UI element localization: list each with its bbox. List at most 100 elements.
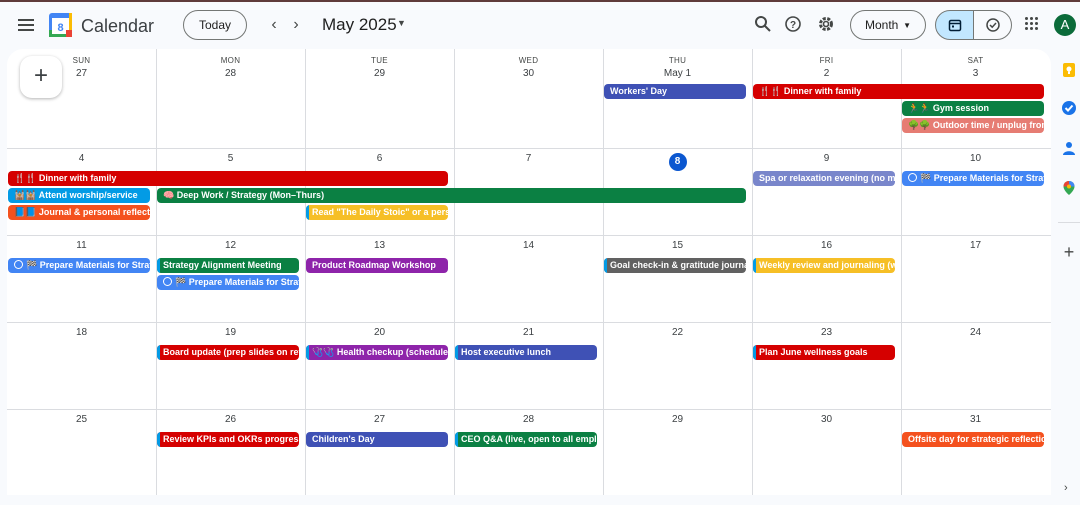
day-number[interactable]: 30 xyxy=(752,414,901,425)
day-number[interactable]: 8 xyxy=(603,153,752,171)
keep-icon[interactable] xyxy=(1061,62,1077,78)
week-divider xyxy=(7,235,1051,236)
task-chip[interactable]: 🏁 Prepare Materials for Strat xyxy=(902,171,1044,186)
event-chip[interactable]: 📘📘 Journal & personal reflect xyxy=(8,205,150,220)
event-chip[interactable]: 🩺🩺 Health checkup (schedule xyxy=(306,345,448,360)
day-number[interactable]: 29 xyxy=(603,414,752,425)
day-number[interactable]: 31 xyxy=(901,414,1050,425)
day-number[interactable]: 23 xyxy=(752,327,901,338)
event-chip[interactable]: Plan June wellness goals xyxy=(753,345,895,360)
chevron-down-icon[interactable]: ▼ xyxy=(397,18,406,28)
event-chip[interactable]: 🏃🏃 Gym session xyxy=(902,101,1044,116)
main-menu-icon[interactable] xyxy=(16,16,36,32)
event-title: 🏁 Prepare Materials for Strat xyxy=(920,173,1044,183)
week-divider xyxy=(7,322,1051,323)
column-divider xyxy=(305,49,306,495)
event-chip[interactable]: 🕍🕍 Attend worship/service xyxy=(8,188,150,203)
day-number[interactable]: 5 xyxy=(156,153,305,164)
day-number[interactable]: 19 xyxy=(156,327,305,338)
tasks-view-toggle[interactable] xyxy=(973,10,1012,40)
day-number[interactable]: 27 xyxy=(7,68,156,79)
task-chip[interactable]: 🏁 Prepare Materials for Strat xyxy=(157,275,299,290)
tasks-icon[interactable] xyxy=(1061,100,1077,116)
day-number[interactable]: 28 xyxy=(454,414,603,425)
day-number[interactable]: 9 xyxy=(752,153,901,164)
chevron-right-icon[interactable]: › xyxy=(1064,482,1068,494)
event-chip[interactable]: Spa or relaxation evening (no me xyxy=(753,171,895,186)
task-chip[interactable]: 🏁 Prepare Materials for Strat xyxy=(8,258,150,273)
event-title: CEO Q&A (live, open to all emplo xyxy=(461,434,597,444)
day-number[interactable]: 2 xyxy=(752,68,901,79)
search-icon[interactable] xyxy=(754,15,776,37)
day-number[interactable]: 10 xyxy=(901,153,1050,164)
day-number[interactable]: 27 xyxy=(305,414,454,425)
day-number[interactable]: 21 xyxy=(454,327,603,338)
day-number[interactable]: 29 xyxy=(305,68,454,79)
day-number[interactable]: 24 xyxy=(901,327,1050,338)
add-icon[interactable]: + xyxy=(1061,243,1077,261)
day-number[interactable]: 18 xyxy=(7,327,156,338)
day-number[interactable]: 13 xyxy=(305,240,454,251)
event-title: Weekly review and journaling (wi xyxy=(759,260,895,270)
day-number[interactable]: 11 xyxy=(7,240,156,251)
day-number[interactable]: 22 xyxy=(603,327,752,338)
top-app-bar: 8 Calendar Today ‹ › May 2025 ▼ ? Month … xyxy=(0,2,1080,48)
calendar-logo[interactable]: 8 xyxy=(48,12,73,38)
event-chip[interactable]: Read "The Daily Stoic" or a pers xyxy=(306,205,448,220)
maps-icon[interactable] xyxy=(1061,180,1077,196)
side-panel: + xyxy=(1058,50,1080,505)
day-number[interactable]: 25 xyxy=(7,414,156,425)
day-number[interactable]: 15 xyxy=(603,240,752,251)
current-month-label[interactable]: May 2025 xyxy=(322,15,397,35)
event-chip[interactable]: Host executive lunch xyxy=(455,345,597,360)
event-chip[interactable]: 🍴🍴 Dinner with family xyxy=(753,84,1044,99)
event-chip[interactable]: Board update (prep slides on rev xyxy=(157,345,299,360)
help-icon[interactable]: ? xyxy=(784,15,806,37)
day-of-week-header: SAT xyxy=(967,56,984,65)
view-switcher-dropdown[interactable]: Month ▼ xyxy=(850,10,926,40)
event-chip[interactable]: 🧠 Deep Work / Strategy (Mon–Thurs) xyxy=(157,188,746,203)
event-chip[interactable]: Offsite day for strategic reflectio xyxy=(902,432,1044,447)
next-period-icon[interactable]: › xyxy=(285,14,307,36)
day-number[interactable]: 4 xyxy=(7,153,156,164)
event-chip[interactable]: Product Roadmap Workshop xyxy=(306,258,448,273)
google-apps-icon[interactable] xyxy=(1025,17,1039,31)
day-number[interactable]: 12 xyxy=(156,240,305,251)
calendar-view-toggle[interactable] xyxy=(935,10,974,40)
side-panel-divider xyxy=(1058,222,1080,223)
day-number[interactable]: 17 xyxy=(901,240,1050,251)
contacts-icon[interactable] xyxy=(1061,140,1077,156)
event-chip[interactable]: 🌳🌳 Outdoor time / unplug from xyxy=(902,118,1044,133)
event-chip[interactable]: Review KPIs and OKRs progress xyxy=(157,432,299,447)
event-chip[interactable]: Goal check-in & gratitude journa xyxy=(604,258,746,273)
calendar-color-stripe xyxy=(157,432,160,447)
event-title: 🍴🍴 Dinner with family xyxy=(759,86,862,96)
settings-gear-icon[interactable] xyxy=(817,15,839,37)
event-chip[interactable]: Strategy Alignment Meeting xyxy=(157,258,299,273)
event-title: 🏃🏃 Gym session xyxy=(908,103,989,113)
day-number[interactable]: 6 xyxy=(305,153,454,164)
day-number[interactable]: 14 xyxy=(454,240,603,251)
event-title: Plan June wellness goals xyxy=(759,347,868,357)
calendar-icon xyxy=(948,19,962,32)
event-chip[interactable]: CEO Q&A (live, open to all emplo xyxy=(455,432,597,447)
day-number[interactable]: 3 xyxy=(901,68,1050,79)
event-chip[interactable]: Workers' Day xyxy=(604,84,746,99)
account-avatar[interactable]: A xyxy=(1054,14,1076,36)
day-number[interactable]: 28 xyxy=(156,68,305,79)
previous-period-icon[interactable]: ‹ xyxy=(263,14,285,36)
event-chip[interactable]: Children's Day xyxy=(306,432,448,447)
day-number[interactable]: 30 xyxy=(454,68,603,79)
day-number[interactable]: 20 xyxy=(305,327,454,338)
today-indicator[interactable]: 8 xyxy=(668,153,687,171)
event-chip[interactable]: 🍴🍴 Dinner with family xyxy=(8,171,448,186)
event-title: 🏁 Prepare Materials for Strat xyxy=(175,277,299,287)
day-number[interactable]: 7 xyxy=(454,153,603,164)
day-of-week-header: WED xyxy=(518,56,539,65)
day-number[interactable]: 26 xyxy=(156,414,305,425)
event-chip[interactable]: Weekly review and journaling (wi xyxy=(753,258,895,273)
day-number[interactable]: 16 xyxy=(752,240,901,251)
week-divider xyxy=(7,409,1051,410)
today-button[interactable]: Today xyxy=(183,10,247,40)
day-number[interactable]: May 1 xyxy=(603,68,752,79)
